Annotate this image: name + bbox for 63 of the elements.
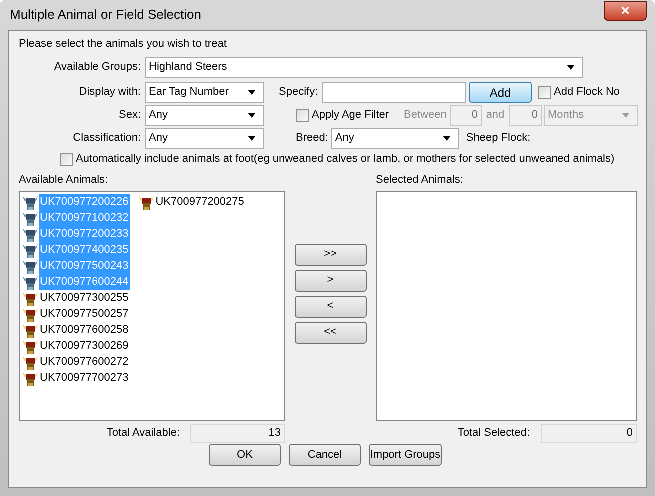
field-label: Classification:	[72, 131, 142, 146]
bull-icon	[22, 258, 39, 274]
animal-list-item[interactable]: UK700977300255	[39, 290, 130, 306]
bull-icon	[22, 338, 39, 354]
between-label: Between	[404, 108, 448, 124]
checkbox-label: Apply Age Filter	[312, 108, 390, 124]
bull-icon	[22, 322, 39, 338]
checkbox-label: Automatically include animals at foot(eg unweaned calves or lamb, or mothers for selected unweaned animals)	[76, 152, 615, 167]
animal-list-item[interactable]: UK700977500257	[39, 306, 130, 322]
bull-icon	[22, 194, 39, 210]
groups-dropdown[interactable]: Highland Steers	[145, 57, 583, 78]
caret-icon	[248, 113, 256, 118]
display-dropdown[interactable]: Ear Tag Number	[145, 82, 264, 103]
checkbox[interactable]	[296, 109, 309, 122]
dialog-button[interactable]: Import Groups	[369, 444, 442, 466]
list-label: Selected Animals:	[376, 172, 464, 188]
field-label: Display with:	[78, 85, 142, 100]
list-label: Available Animals:	[19, 172, 110, 188]
total-label: Total Selected:	[456, 426, 530, 442]
move-button[interactable]: <<	[294, 322, 366, 344]
field-label: Available Groups:	[53, 60, 142, 76]
bull-icon	[22, 306, 39, 322]
animal-list-item[interactable]: UK700977600258	[39, 322, 130, 338]
animal-list-item[interactable]: UK700977300269	[39, 338, 130, 354]
bull-icon	[22, 226, 39, 242]
move-button[interactable]: <	[294, 296, 366, 318]
total-selected-field: 0	[541, 424, 637, 443]
caret-icon	[622, 113, 630, 118]
checkbox-label: Add Flock No	[554, 85, 620, 100]
animal-list-item[interactable]: UK700977700273	[39, 370, 130, 386]
bull-icon	[22, 242, 39, 258]
caret-icon	[567, 65, 575, 70]
bull-icon	[22, 210, 39, 226]
caret-icon	[248, 136, 256, 141]
dialog-button[interactable]: Cancel	[289, 444, 361, 466]
field-label: Sheep Flock:	[466, 131, 531, 146]
checkbox[interactable]	[60, 152, 73, 166]
total-available-field: 13	[190, 424, 285, 443]
breed-dropdown[interactable]: Any	[331, 128, 460, 149]
dialog-button[interactable]: OK	[209, 444, 281, 466]
sex-dropdown[interactable]: Any	[145, 105, 264, 126]
field-label: Sex:	[118, 108, 142, 124]
add-button[interactable]: Add	[469, 82, 532, 103]
bull-icon	[22, 370, 39, 386]
field-label: Specify:	[279, 85, 320, 100]
animal-list-item[interactable]: UK700977200275	[154, 194, 246, 210]
checkbox[interactable]	[538, 86, 551, 99]
bull-icon	[138, 194, 155, 210]
total-label: Total Available:	[106, 426, 180, 442]
specify-field[interactable]	[322, 82, 466, 103]
animal-list-item[interactable]: UK700977600272	[39, 354, 130, 370]
move-button[interactable]: >>	[294, 244, 366, 266]
classification-dropdown[interactable]: Any	[145, 128, 264, 149]
move-button[interactable]: >	[294, 270, 366, 292]
caret-icon	[443, 136, 452, 141]
caret-icon	[248, 90, 256, 95]
instruction-text: Please select the animals you wish to treat	[19, 37, 228, 52]
bull-icon	[22, 274, 39, 290]
and-label: and	[485, 108, 506, 124]
window-title: Multiple Animal or Field Selection	[9, 6, 202, 24]
bull-icon	[22, 290, 39, 306]
field-label: Breed:	[296, 131, 330, 146]
bull-icon	[22, 354, 39, 370]
